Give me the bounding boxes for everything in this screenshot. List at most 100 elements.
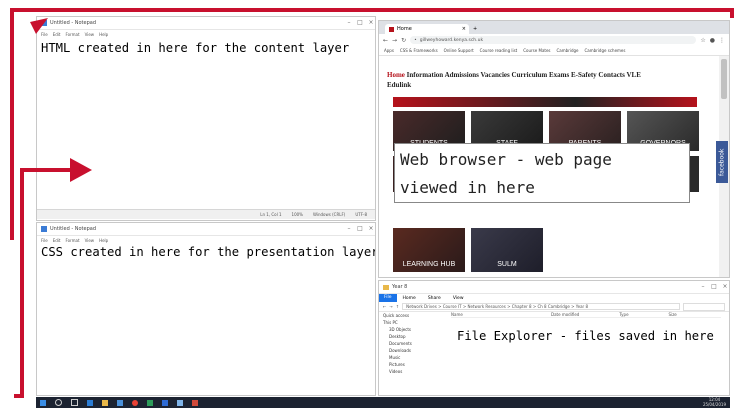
explorer-titlebar[interactable]: Year 8 – □ × xyxy=(379,281,729,294)
sidebar-downloads[interactable]: Downloads xyxy=(383,347,441,354)
notepad-css-text-area[interactable]: CSS created in here for the presentation… xyxy=(41,245,375,259)
status-encoding: UTF-8 xyxy=(355,212,367,217)
file-explorer-window[interactable]: Year 8 – □ × File Home Share View ← → ↑ … xyxy=(378,280,730,396)
nav-home[interactable]: Home xyxy=(387,71,405,79)
minimize-icon[interactable]: – xyxy=(345,225,353,233)
search-icon[interactable] xyxy=(55,399,62,406)
nav-edulink[interactable]: Edulink xyxy=(387,81,411,89)
sidebar-quick-access[interactable]: Quick access xyxy=(383,312,441,319)
explorer-path[interactable]: Network Drives > Course IT > Network Res… xyxy=(402,303,680,310)
sidebar-pictures[interactable]: Pictures xyxy=(383,361,441,368)
notepad-css-window[interactable]: Untitled - Notepad – □ × File Edit Forma… xyxy=(36,222,376,396)
nav-admissions[interactable]: Admissions xyxy=(445,71,479,79)
column-type[interactable]: Type xyxy=(619,312,628,317)
sidebar-this-pc[interactable]: This PC xyxy=(383,319,441,326)
ribbon-tab-view[interactable]: View xyxy=(447,296,470,301)
menu-format[interactable]: Format xyxy=(65,238,79,243)
column-date[interactable]: Date modified xyxy=(551,312,579,317)
nav-information[interactable]: Information xyxy=(407,71,444,79)
notepad-taskbar-icon[interactable] xyxy=(177,399,183,406)
up-icon[interactable]: ↑ xyxy=(396,304,399,309)
task-view-icon[interactable] xyxy=(71,399,78,406)
menu-view[interactable]: View xyxy=(85,32,95,37)
notepad-html-text-area[interactable]: HTML created in here for the content lay… xyxy=(41,41,349,55)
app-icon-1[interactable] xyxy=(147,399,153,406)
new-tab-icon[interactable]: + xyxy=(469,26,481,34)
column-size[interactable]: Size xyxy=(669,312,677,317)
nav-esafety[interactable]: E-Safety xyxy=(571,71,597,79)
ribbon-tab-share[interactable]: Share xyxy=(422,296,447,301)
sidebar-3d-objects[interactable]: 3D Objects xyxy=(383,326,441,333)
sidebar-documents[interactable]: Documents xyxy=(383,340,441,347)
address-bar[interactable]: • gillweyhoward.kenya.sch.uk xyxy=(410,36,697,44)
sidebar-music[interactable]: Music xyxy=(383,354,441,361)
folder-icon xyxy=(383,284,389,290)
browser-annotation-line1: Web browser - web page xyxy=(400,150,612,169)
tile-learning-hub[interactable]: LEARNING HUB xyxy=(393,228,465,272)
app-icon-2[interactable] xyxy=(162,399,168,406)
back-icon[interactable]: ← xyxy=(383,37,388,44)
sidebar-desktop[interactable]: Desktop xyxy=(383,333,441,340)
notepad-html-window[interactable]: Untitled - Notepad – □ × File Edit Forma… xyxy=(36,16,376,221)
chrome-icon[interactable] xyxy=(132,399,138,406)
account-icon[interactable]: ● xyxy=(710,37,715,44)
bookmark-apps[interactable]: Apps xyxy=(384,48,394,53)
nav-vacancies[interactable]: Vacancies xyxy=(480,71,509,79)
nav-exams[interactable]: Exams xyxy=(549,71,569,79)
menu-edit[interactable]: Edit xyxy=(53,238,61,243)
bookmark-6[interactable]: Cambridge schemes xyxy=(585,48,626,53)
taskbar-clock[interactable]: 12:04 25/04/2019 xyxy=(702,397,730,407)
store-icon[interactable] xyxy=(117,399,123,406)
ribbon-tab-home[interactable]: Home xyxy=(397,296,422,301)
reload-icon[interactable]: ↻ xyxy=(401,37,406,44)
sidebar-videos[interactable]: Videos xyxy=(383,368,441,375)
facebook-tab[interactable]: facebook xyxy=(716,141,728,183)
nav-curriculum[interactable]: Curriculum xyxy=(511,71,547,79)
minimize-icon[interactable]: – xyxy=(699,283,707,291)
hero-banner xyxy=(393,97,697,107)
browser-annotation: Web browser - web page viewed in here xyxy=(394,143,690,203)
maximize-icon[interactable]: □ xyxy=(356,19,364,27)
explorer-search-box[interactable] xyxy=(683,302,725,311)
bookmark-3[interactable]: Course reading list xyxy=(480,48,518,53)
explorer-taskbar-icon[interactable] xyxy=(102,399,108,406)
tab-close-icon[interactable]: × xyxy=(462,26,469,32)
menu-help[interactable]: Help xyxy=(99,32,108,37)
notepad-css-titlebar[interactable]: Untitled - Notepad – □ × xyxy=(37,223,375,236)
edge-icon[interactable] xyxy=(87,399,93,406)
menu-format[interactable]: Format xyxy=(65,32,79,37)
minimize-icon[interactable]: – xyxy=(345,19,353,27)
tile-sulm[interactable]: SULM xyxy=(471,228,543,272)
maximize-icon[interactable]: □ xyxy=(710,283,718,291)
menu-file[interactable]: File xyxy=(41,238,48,243)
menu-file[interactable]: File xyxy=(41,32,48,37)
column-name[interactable]: Name xyxy=(451,312,511,317)
menu-dots-icon[interactable]: ⋮ xyxy=(719,37,725,44)
taskbar-date: 25/04/2019 xyxy=(702,401,726,407)
ribbon-tab-file[interactable]: File xyxy=(379,294,397,302)
bookmark-2[interactable]: Online Support xyxy=(444,48,474,53)
menu-edit[interactable]: Edit xyxy=(53,32,61,37)
close-icon[interactable]: × xyxy=(367,225,375,233)
close-icon[interactable]: × xyxy=(367,19,375,27)
nav-contacts[interactable]: Contacts xyxy=(598,71,624,79)
bookmark-4[interactable]: Course Mates xyxy=(523,48,550,53)
close-icon[interactable]: × xyxy=(721,283,729,291)
app-icon-3[interactable] xyxy=(192,399,198,406)
start-icon[interactable] xyxy=(40,399,46,406)
notepad-html-titlebar[interactable]: Untitled - Notepad – □ × xyxy=(37,17,375,30)
menu-view[interactable]: View xyxy=(85,238,95,243)
browser-tab[interactable]: Home × xyxy=(385,24,469,34)
forward-icon[interactable]: → xyxy=(389,304,392,309)
menu-help[interactable]: Help xyxy=(99,238,108,243)
explorer-sidebar: Quick access This PC 3D Objects Desktop … xyxy=(383,312,441,375)
maximize-icon[interactable]: □ xyxy=(356,225,364,233)
scrollbar-thumb[interactable] xyxy=(721,59,727,99)
nav-vle[interactable]: VLE xyxy=(627,71,641,79)
star-icon[interactable]: ☆ xyxy=(700,37,705,44)
forward-icon[interactable]: → xyxy=(392,37,397,44)
back-icon[interactable]: ← xyxy=(383,304,386,309)
bookmark-1[interactable]: CSS & Frameworks xyxy=(400,48,438,53)
bookmark-5[interactable]: Cambridge xyxy=(557,48,579,53)
explorer-column-headers: Name Date modified Type Size xyxy=(451,312,721,318)
